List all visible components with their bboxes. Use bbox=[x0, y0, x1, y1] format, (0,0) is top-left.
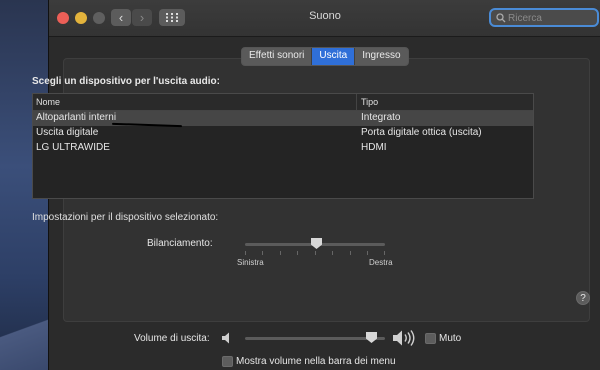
help-button[interactable]: ? bbox=[576, 291, 590, 305]
column-divider bbox=[356, 94, 357, 110]
table-row[interactable]: Uscita digitale Porta digitale ottica (u… bbox=[33, 126, 533, 141]
search-box[interactable] bbox=[489, 8, 599, 27]
tick-mark bbox=[315, 251, 316, 255]
tick-mark bbox=[262, 251, 263, 255]
device-settings-heading: Impostazioni per il dispositivo selezion… bbox=[32, 212, 219, 223]
volume-slider-track[interactable] bbox=[245, 337, 385, 340]
device-type: Porta digitale ottica (uscita) bbox=[361, 127, 482, 138]
speaker-low-icon bbox=[222, 332, 229, 344]
tick-mark bbox=[280, 251, 281, 255]
mute-checkbox[interactable] bbox=[425, 333, 436, 344]
speaker-high-icon bbox=[393, 330, 415, 346]
tab-sound-effects[interactable]: Effetti sonori bbox=[242, 48, 313, 65]
balance-tick-marks bbox=[245, 251, 385, 255]
table-row[interactable]: LG ULTRAWIDE HDMI bbox=[33, 141, 533, 156]
table-row[interactable]: Altoparlanti interni Integrato bbox=[33, 111, 533, 126]
search-icon bbox=[496, 13, 506, 23]
tick-mark bbox=[245, 251, 246, 255]
show-volume-in-menubar-checkbox[interactable] bbox=[222, 356, 233, 367]
tick-mark bbox=[297, 251, 298, 255]
device-name: LG ULTRAWIDE bbox=[36, 142, 110, 153]
title-bar: ‹ › Suono bbox=[49, 0, 600, 37]
device-type: Integrato bbox=[361, 112, 401, 123]
tick-mark bbox=[332, 251, 333, 255]
output-device-heading: Scegli un dispositivo per l'uscita audio… bbox=[32, 76, 220, 87]
table-header: Nome Tipo bbox=[33, 94, 533, 111]
device-type: HDMI bbox=[361, 142, 387, 153]
column-header-name[interactable]: Nome bbox=[36, 97, 60, 107]
balance-left-label: Sinistra bbox=[237, 258, 264, 267]
output-device-table[interactable]: Nome Tipo Altoparlanti interni Integrato… bbox=[32, 93, 534, 199]
tab-input[interactable]: Ingresso bbox=[355, 48, 407, 65]
mute-label[interactable]: Muto bbox=[439, 333, 461, 344]
tick-mark bbox=[384, 251, 385, 255]
column-header-type[interactable]: Tipo bbox=[361, 97, 378, 107]
tick-mark bbox=[367, 251, 368, 255]
tab-bar: Effetti sonori Uscita Ingresso bbox=[241, 47, 409, 66]
tab-output[interactable]: Uscita bbox=[312, 48, 356, 65]
search-input[interactable] bbox=[508, 11, 596, 25]
device-name: Uscita digitale bbox=[36, 127, 99, 138]
tick-mark bbox=[350, 251, 351, 255]
show-volume-in-menubar-label[interactable]: Mostra volume nella barra dei menu bbox=[236, 356, 396, 367]
balance-right-label: Destra bbox=[369, 258, 393, 267]
device-name: Altoparlanti interni bbox=[36, 112, 117, 123]
balance-label: Bilanciamento: bbox=[147, 238, 213, 249]
output-volume-label: Volume di uscita: bbox=[134, 333, 210, 344]
